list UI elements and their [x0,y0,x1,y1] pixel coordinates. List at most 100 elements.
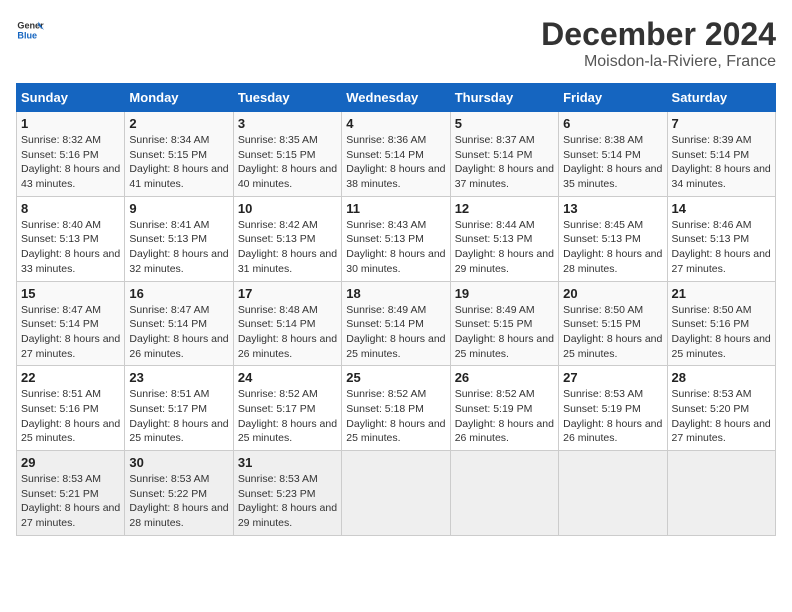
calendar-cell: 19 Sunrise: 8:49 AM Sunset: 5:15 PM Dayl… [450,281,558,366]
calendar-cell: 25 Sunrise: 8:52 AM Sunset: 5:18 PM Dayl… [342,366,450,451]
calendar-cell: 29 Sunrise: 8:53 AM Sunset: 5:21 PM Dayl… [17,451,125,536]
calendar-cell: 14 Sunrise: 8:46 AM Sunset: 5:13 PM Dayl… [667,196,775,281]
day-detail: Sunrise: 8:53 AM Sunset: 5:20 PM Dayligh… [672,387,771,446]
calendar-cell: 21 Sunrise: 8:50 AM Sunset: 5:16 PM Dayl… [667,281,775,366]
day-number: 7 [672,116,771,131]
day-detail: Sunrise: 8:48 AM Sunset: 5:14 PM Dayligh… [238,303,337,362]
day-number: 4 [346,116,445,131]
calendar-cell [667,451,775,536]
calendar-cell: 12 Sunrise: 8:44 AM Sunset: 5:13 PM Dayl… [450,196,558,281]
weekday-header-friday: Friday [559,84,667,112]
day-number: 2 [129,116,228,131]
day-detail: Sunrise: 8:46 AM Sunset: 5:13 PM Dayligh… [672,218,771,277]
day-detail: Sunrise: 8:51 AM Sunset: 5:16 PM Dayligh… [21,387,120,446]
day-number: 17 [238,286,337,301]
day-number: 1 [21,116,120,131]
day-detail: Sunrise: 8:38 AM Sunset: 5:14 PM Dayligh… [563,133,662,192]
logo-icon: General Blue [16,16,44,44]
day-detail: Sunrise: 8:49 AM Sunset: 5:15 PM Dayligh… [455,303,554,362]
day-detail: Sunrise: 8:53 AM Sunset: 5:23 PM Dayligh… [238,472,337,531]
calendar-cell: 13 Sunrise: 8:45 AM Sunset: 5:13 PM Dayl… [559,196,667,281]
day-number: 3 [238,116,337,131]
calendar-cell: 20 Sunrise: 8:50 AM Sunset: 5:15 PM Dayl… [559,281,667,366]
calendar-cell: 3 Sunrise: 8:35 AM Sunset: 5:15 PM Dayli… [233,112,341,197]
calendar-cell: 2 Sunrise: 8:34 AM Sunset: 5:15 PM Dayli… [125,112,233,197]
calendar-body: 1 Sunrise: 8:32 AM Sunset: 5:16 PM Dayli… [17,112,776,536]
weekday-header-saturday: Saturday [667,84,775,112]
calendar-cell: 8 Sunrise: 8:40 AM Sunset: 5:13 PM Dayli… [17,196,125,281]
day-detail: Sunrise: 8:43 AM Sunset: 5:13 PM Dayligh… [346,218,445,277]
day-detail: Sunrise: 8:53 AM Sunset: 5:21 PM Dayligh… [21,472,120,531]
day-number: 14 [672,201,771,216]
day-detail: Sunrise: 8:45 AM Sunset: 5:13 PM Dayligh… [563,218,662,277]
day-detail: Sunrise: 8:52 AM Sunset: 5:17 PM Dayligh… [238,387,337,446]
calendar-week-2: 8 Sunrise: 8:40 AM Sunset: 5:13 PM Dayli… [17,196,776,281]
calendar-cell: 27 Sunrise: 8:53 AM Sunset: 5:19 PM Dayl… [559,366,667,451]
calendar-cell: 11 Sunrise: 8:43 AM Sunset: 5:13 PM Dayl… [342,196,450,281]
day-number: 30 [129,455,228,470]
day-number: 9 [129,201,228,216]
day-detail: Sunrise: 8:52 AM Sunset: 5:18 PM Dayligh… [346,387,445,446]
day-detail: Sunrise: 8:50 AM Sunset: 5:15 PM Dayligh… [563,303,662,362]
day-detail: Sunrise: 8:39 AM Sunset: 5:14 PM Dayligh… [672,133,771,192]
calendar-cell: 7 Sunrise: 8:39 AM Sunset: 5:14 PM Dayli… [667,112,775,197]
day-number: 24 [238,370,337,385]
day-number: 11 [346,201,445,216]
calendar-cell: 28 Sunrise: 8:53 AM Sunset: 5:20 PM Dayl… [667,366,775,451]
calendar-cell: 15 Sunrise: 8:47 AM Sunset: 5:14 PM Dayl… [17,281,125,366]
day-number: 5 [455,116,554,131]
calendar-cell: 26 Sunrise: 8:52 AM Sunset: 5:19 PM Dayl… [450,366,558,451]
header: General Blue December 2024 Moisdon-la-Ri… [16,16,776,71]
day-number: 12 [455,201,554,216]
weekday-header-wednesday: Wednesday [342,84,450,112]
day-number: 26 [455,370,554,385]
day-detail: Sunrise: 8:40 AM Sunset: 5:13 PM Dayligh… [21,218,120,277]
calendar-cell: 22 Sunrise: 8:51 AM Sunset: 5:16 PM Dayl… [17,366,125,451]
day-detail: Sunrise: 8:47 AM Sunset: 5:14 PM Dayligh… [21,303,120,362]
calendar-cell: 5 Sunrise: 8:37 AM Sunset: 5:14 PM Dayli… [450,112,558,197]
calendar-cell: 16 Sunrise: 8:47 AM Sunset: 5:14 PM Dayl… [125,281,233,366]
day-number: 6 [563,116,662,131]
calendar-cell [342,451,450,536]
calendar-cell [450,451,558,536]
day-number: 22 [21,370,120,385]
day-number: 21 [672,286,771,301]
day-detail: Sunrise: 8:53 AM Sunset: 5:19 PM Dayligh… [563,387,662,446]
day-number: 25 [346,370,445,385]
calendar-cell: 4 Sunrise: 8:36 AM Sunset: 5:14 PM Dayli… [342,112,450,197]
calendar-cell [559,451,667,536]
day-detail: Sunrise: 8:52 AM Sunset: 5:19 PM Dayligh… [455,387,554,446]
day-detail: Sunrise: 8:51 AM Sunset: 5:17 PM Dayligh… [129,387,228,446]
day-detail: Sunrise: 8:44 AM Sunset: 5:13 PM Dayligh… [455,218,554,277]
subtitle: Moisdon-la-Riviere, France [541,53,776,71]
calendar-cell: 18 Sunrise: 8:49 AM Sunset: 5:14 PM Dayl… [342,281,450,366]
day-number: 20 [563,286,662,301]
calendar-cell: 31 Sunrise: 8:53 AM Sunset: 5:23 PM Dayl… [233,451,341,536]
day-number: 31 [238,455,337,470]
weekday-header-tuesday: Tuesday [233,84,341,112]
day-number: 18 [346,286,445,301]
weekday-header-row: SundayMondayTuesdayWednesdayThursdayFrid… [17,84,776,112]
day-detail: Sunrise: 8:53 AM Sunset: 5:22 PM Dayligh… [129,472,228,531]
day-detail: Sunrise: 8:49 AM Sunset: 5:14 PM Dayligh… [346,303,445,362]
day-detail: Sunrise: 8:41 AM Sunset: 5:13 PM Dayligh… [129,218,228,277]
calendar-cell: 6 Sunrise: 8:38 AM Sunset: 5:14 PM Dayli… [559,112,667,197]
calendar-cell: 24 Sunrise: 8:52 AM Sunset: 5:17 PM Dayl… [233,366,341,451]
title-area: December 2024 Moisdon-la-Riviere, France [541,16,776,71]
svg-text:Blue: Blue [17,30,37,40]
day-number: 8 [21,201,120,216]
calendar-week-3: 15 Sunrise: 8:47 AM Sunset: 5:14 PM Dayl… [17,281,776,366]
weekday-header-sunday: Sunday [17,84,125,112]
day-number: 16 [129,286,228,301]
calendar-cell: 23 Sunrise: 8:51 AM Sunset: 5:17 PM Dayl… [125,366,233,451]
day-number: 29 [21,455,120,470]
day-number: 10 [238,201,337,216]
day-number: 19 [455,286,554,301]
calendar-cell: 9 Sunrise: 8:41 AM Sunset: 5:13 PM Dayli… [125,196,233,281]
day-number: 15 [21,286,120,301]
calendar-week-4: 22 Sunrise: 8:51 AM Sunset: 5:16 PM Dayl… [17,366,776,451]
weekday-header-thursday: Thursday [450,84,558,112]
day-number: 23 [129,370,228,385]
main-title: December 2024 [541,16,776,53]
calendar-week-5: 29 Sunrise: 8:53 AM Sunset: 5:21 PM Dayl… [17,451,776,536]
